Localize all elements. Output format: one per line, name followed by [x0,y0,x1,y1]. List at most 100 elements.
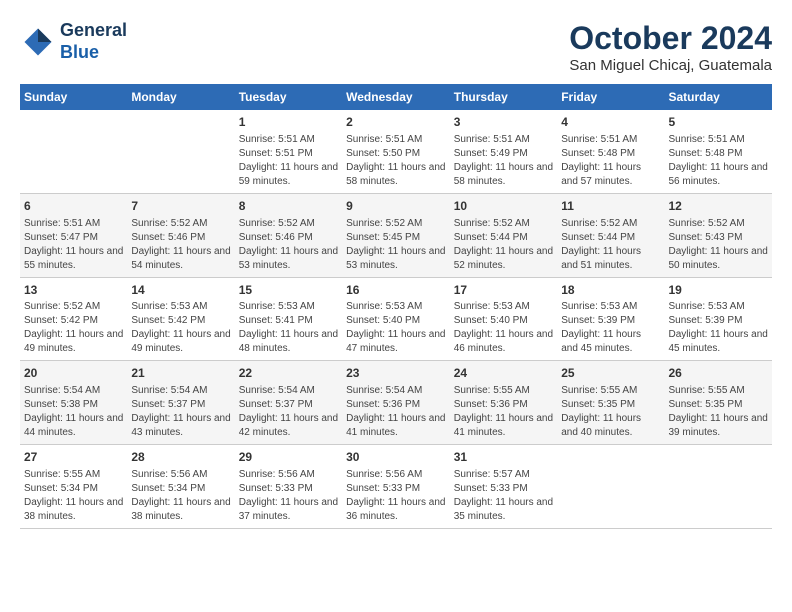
day-detail: Daylight: 11 hours and 47 minutes. [346,328,446,356]
day-detail: Sunrise: 5:54 AM [239,384,338,398]
day-detail: Sunset: 5:42 PM [131,314,230,328]
day-number: 25 [561,365,660,382]
day-detail: Daylight: 11 hours and 40 minutes. [561,412,660,440]
calendar-cell: 13Sunrise: 5:52 AMSunset: 5:42 PMDayligh… [20,277,127,361]
calendar-cell: 3Sunrise: 5:51 AMSunset: 5:49 PMDaylight… [450,110,557,193]
logo-icon [20,24,56,60]
day-detail: Daylight: 11 hours and 38 minutes. [24,496,123,524]
logo: General Blue [20,20,127,63]
calendar-cell: 14Sunrise: 5:53 AMSunset: 5:42 PMDayligh… [127,277,234,361]
day-number: 7 [131,198,230,215]
day-detail: Sunset: 5:34 PM [24,482,123,496]
col-header-friday: Friday [557,84,664,110]
calendar-cell: 23Sunrise: 5:54 AMSunset: 5:36 PMDayligh… [342,361,450,445]
day-detail: Daylight: 11 hours and 58 minutes. [454,161,553,189]
calendar-cell: 15Sunrise: 5:53 AMSunset: 5:41 PMDayligh… [235,277,342,361]
col-header-monday: Monday [127,84,234,110]
day-detail: Sunset: 5:36 PM [454,398,553,412]
week-row-1: 1Sunrise: 5:51 AMSunset: 5:51 PMDaylight… [20,110,772,193]
day-detail: Daylight: 11 hours and 45 minutes. [561,328,660,356]
calendar-cell: 2Sunrise: 5:51 AMSunset: 5:50 PMDaylight… [342,110,450,193]
week-row-2: 6Sunrise: 5:51 AMSunset: 5:47 PMDaylight… [20,193,772,277]
day-detail: Sunset: 5:34 PM [131,482,230,496]
day-detail: Sunset: 5:48 PM [669,147,769,161]
day-number: 20 [24,365,123,382]
day-number: 14 [131,282,230,299]
day-detail: Sunrise: 5:55 AM [669,384,769,398]
day-detail: Sunrise: 5:55 AM [24,468,123,482]
day-number: 22 [239,365,338,382]
calendar-cell: 12Sunrise: 5:52 AMSunset: 5:43 PMDayligh… [665,193,773,277]
day-number: 16 [346,282,446,299]
day-number: 19 [669,282,769,299]
day-detail: Sunrise: 5:53 AM [239,300,338,314]
day-number: 8 [239,198,338,215]
day-detail: Daylight: 11 hours and 50 minutes. [669,245,769,273]
day-detail: Daylight: 11 hours and 37 minutes. [239,496,338,524]
calendar-cell: 31Sunrise: 5:57 AMSunset: 5:33 PMDayligh… [450,445,557,529]
day-detail: Sunrise: 5:53 AM [669,300,769,314]
day-number: 10 [454,198,553,215]
day-number: 18 [561,282,660,299]
day-detail: Sunset: 5:35 PM [669,398,769,412]
day-detail: Daylight: 11 hours and 39 minutes. [669,412,769,440]
calendar-cell: 1Sunrise: 5:51 AMSunset: 5:51 PMDaylight… [235,110,342,193]
calendar-cell [127,110,234,193]
day-detail: Sunset: 5:37 PM [239,398,338,412]
day-detail: Sunrise: 5:54 AM [131,384,230,398]
day-number: 9 [346,198,446,215]
calendar-cell: 20Sunrise: 5:54 AMSunset: 5:38 PMDayligh… [20,361,127,445]
logo-general: General [60,20,127,40]
day-detail: Sunrise: 5:51 AM [561,133,660,147]
calendar-cell: 11Sunrise: 5:52 AMSunset: 5:44 PMDayligh… [557,193,664,277]
calendar-cell: 29Sunrise: 5:56 AMSunset: 5:33 PMDayligh… [235,445,342,529]
day-detail: Daylight: 11 hours and 43 minutes. [131,412,230,440]
day-detail: Daylight: 11 hours and 41 minutes. [346,412,446,440]
calendar-cell: 17Sunrise: 5:53 AMSunset: 5:40 PMDayligh… [450,277,557,361]
day-number: 15 [239,282,338,299]
day-number: 6 [24,198,123,215]
day-detail: Sunrise: 5:52 AM [239,217,338,231]
col-header-thursday: Thursday [450,84,557,110]
day-number: 13 [24,282,123,299]
day-detail: Sunset: 5:42 PM [24,314,123,328]
day-number: 24 [454,365,553,382]
day-detail: Daylight: 11 hours and 49 minutes. [24,328,123,356]
day-number: 23 [346,365,446,382]
day-number: 31 [454,449,553,466]
day-detail: Daylight: 11 hours and 55 minutes. [24,245,123,273]
day-detail: Sunrise: 5:51 AM [454,133,553,147]
page-header: General Blue October 2024 San Miguel Chi… [20,20,772,74]
day-detail: Daylight: 11 hours and 57 minutes. [561,161,660,189]
day-detail: Sunrise: 5:54 AM [24,384,123,398]
day-detail: Sunset: 5:48 PM [561,147,660,161]
calendar-cell: 18Sunrise: 5:53 AMSunset: 5:39 PMDayligh… [557,277,664,361]
day-number: 17 [454,282,553,299]
day-detail: Daylight: 11 hours and 49 minutes. [131,328,230,356]
calendar-table: SundayMondayTuesdayWednesdayThursdayFrid… [20,84,772,529]
day-detail: Daylight: 11 hours and 46 minutes. [454,328,553,356]
day-number: 29 [239,449,338,466]
day-number: 11 [561,198,660,215]
day-detail: Sunset: 5:45 PM [346,231,446,245]
calendar-cell: 6Sunrise: 5:51 AMSunset: 5:47 PMDaylight… [20,193,127,277]
day-detail: Daylight: 11 hours and 45 minutes. [669,328,769,356]
day-detail: Sunset: 5:46 PM [239,231,338,245]
day-detail: Sunrise: 5:54 AM [346,384,446,398]
week-row-3: 13Sunrise: 5:52 AMSunset: 5:42 PMDayligh… [20,277,772,361]
month-title: October 2024 [569,20,772,57]
title-section: October 2024 San Miguel Chicaj, Guatemal… [569,20,772,74]
day-detail: Sunset: 5:44 PM [454,231,553,245]
day-number: 30 [346,449,446,466]
day-detail: Sunrise: 5:51 AM [24,217,123,231]
day-detail: Sunrise: 5:52 AM [131,217,230,231]
day-detail: Sunrise: 5:56 AM [346,468,446,482]
day-detail: Daylight: 11 hours and 53 minutes. [239,245,338,273]
day-detail: Daylight: 11 hours and 54 minutes. [131,245,230,273]
day-detail: Daylight: 11 hours and 53 minutes. [346,245,446,273]
day-detail: Sunrise: 5:52 AM [346,217,446,231]
calendar-cell: 16Sunrise: 5:53 AMSunset: 5:40 PMDayligh… [342,277,450,361]
day-detail: Sunset: 5:44 PM [561,231,660,245]
day-detail: Sunrise: 5:52 AM [669,217,769,231]
day-detail: Sunset: 5:37 PM [131,398,230,412]
